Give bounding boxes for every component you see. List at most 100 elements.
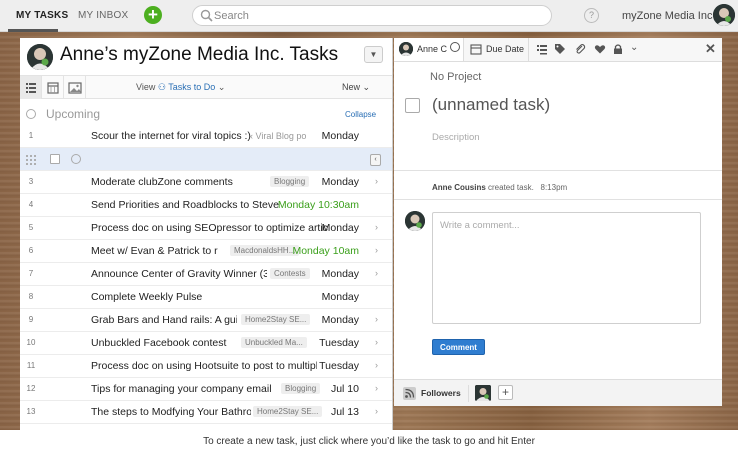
task-name[interactable]: The steps to Modfying Your Bathro <box>91 406 251 418</box>
task-name[interactable]: Unbuckled Facebook contest <box>91 337 241 349</box>
tag-badge[interactable]: Contests <box>270 268 310 279</box>
add-follower-button[interactable]: + <box>498 385 513 400</box>
task-complete-checkbox[interactable] <box>405 98 420 113</box>
activity-time: 8:13pm <box>540 183 568 192</box>
follower-avatar[interactable] <box>475 385 491 401</box>
task-name[interactable]: Process doc on using Hootsuite to post t… <box>91 360 317 372</box>
table-row[interactable]: 6 Meet w/ Evan & Patrick to r Macdonalds… <box>20 240 392 263</box>
task-name[interactable]: Moderate clubZone comments <box>91 176 266 188</box>
project-tag[interactable]: ‹ Viral Blog po <box>250 131 306 141</box>
task-name[interactable]: Process doc on using SEOpressor to optim… <box>91 222 328 234</box>
table-row[interactable]: 1 Scour the internet for viral topics :)… <box>20 125 392 148</box>
comment-input[interactable]: Write a comment... <box>432 212 701 324</box>
attachment-icon[interactable] <box>574 43 586 55</box>
details-toolbar: Anne C Due Date ⌄ ✕ <box>394 38 722 62</box>
row-number: 6 <box>28 246 34 255</box>
tag-badge[interactable]: Unbuckled Ma... <box>241 337 307 348</box>
table-row[interactable]: 13 The steps to Modfying Your Bathro Hom… <box>20 401 392 424</box>
chevron-right-icon[interactable]: › <box>375 383 378 393</box>
tag-badge[interactable]: Home2Stay SE... <box>241 314 311 325</box>
view-filter[interactable]: View ⚇ Tasks to Do ⌄ <box>136 82 225 93</box>
tag-badge[interactable]: Home2Stay SE... <box>253 406 323 417</box>
new-button[interactable]: New ⌄ <box>342 82 370 93</box>
comment-button[interactable]: Comment <box>432 339 485 355</box>
heart-icon[interactable] <box>594 43 606 55</box>
followers-button[interactable]: Followers <box>403 385 469 402</box>
table-row[interactable]: 4 Send Priorities and Roadblocks to Stev… <box>20 194 392 217</box>
new-label: New <box>342 82 361 92</box>
table-row-selected[interactable]: ‹ <box>20 148 392 171</box>
collapse-button[interactable]: Collapse <box>345 110 376 119</box>
due-date: Monday <box>321 268 359 280</box>
chevron-right-icon[interactable]: › <box>375 245 378 255</box>
section-header-upcoming: Upcoming Collapse <box>20 104 392 125</box>
row-number: 13 <box>26 407 36 416</box>
table-row[interactable]: 3 Moderate clubZone comments Blogging Mo… <box>20 171 392 194</box>
table-row[interactable]: 5 Process doc on using SEOpressor to opt… <box>20 217 392 240</box>
project-selector[interactable]: No Project <box>430 71 481 83</box>
subtasks-icon[interactable] <box>536 43 548 55</box>
task-checkbox[interactable] <box>50 154 60 164</box>
lock-icon[interactable] <box>612 43 624 55</box>
help-button[interactable]: ? <box>584 8 599 23</box>
drag-handle-icon[interactable] <box>25 154 37 166</box>
due-date-selector[interactable]: Due Date <box>464 38 529 61</box>
tab-my-tasks[interactable]: MY TASKS <box>16 10 68 21</box>
calendar-view-button[interactable] <box>42 76 64 99</box>
close-icon[interactable]: ✕ <box>705 41 716 57</box>
chevron-right-icon[interactable]: › <box>375 406 378 416</box>
table-row[interactable]: 7 Announce Center of Gravity Winner (30 … <box>20 263 392 286</box>
table-row[interactable]: 12 Tips for managing your company email … <box>20 378 392 401</box>
task-name[interactable]: Announce Center of Gravity Winner (30 <box>91 268 267 280</box>
task-name[interactable]: Tips for managing your company email <box>91 383 277 395</box>
task-title-field[interactable]: (unnamed task) <box>432 95 550 115</box>
task-name[interactable]: Meet w/ Evan & Patrick to r <box>91 245 231 257</box>
user-avatar[interactable] <box>713 4 735 26</box>
chevron-right-icon[interactable]: › <box>375 268 378 278</box>
tag-badge[interactable]: MacdonaldsHH... <box>230 245 300 256</box>
calendar-icon <box>47 82 59 94</box>
due-date-label: Due Date <box>486 44 525 54</box>
description-field[interactable]: Description <box>432 132 480 143</box>
rss-icon <box>403 387 416 400</box>
assignee-selector[interactable]: Anne C <box>394 38 464 61</box>
table-row[interactable]: 11 Process doc on using Hootsuite to pos… <box>20 355 392 378</box>
title-dropdown-button[interactable]: ▼ <box>364 46 383 63</box>
tab-my-inbox[interactable]: MY INBOX <box>78 10 128 21</box>
chevron-right-icon[interactable]: › <box>375 337 378 347</box>
followers-bar: Followers + <box>394 379 722 406</box>
tag-icon[interactable] <box>554 43 566 55</box>
chevron-right-icon[interactable]: › <box>375 222 378 232</box>
chevron-right-icon[interactable]: › <box>375 360 378 370</box>
chevron-right-icon[interactable]: › <box>375 314 378 324</box>
table-row[interactable]: 10 Unbuckled Facebook contest Unbuckled … <box>20 332 392 355</box>
task-name[interactable]: Complete Weekly Pulse <box>91 291 267 303</box>
search-input[interactable]: Search <box>192 5 552 26</box>
row-number: 11 <box>26 361 36 370</box>
due-date: Jul 10 <box>330 383 359 395</box>
table-row[interactable]: 8 Complete Weekly Pulse Monday <box>20 286 392 309</box>
chevron-left-icon: ‹ <box>374 156 377 163</box>
search-placeholder: Search <box>214 10 249 22</box>
due-date: Monday <box>321 176 359 188</box>
comment-placeholder: Write a comment... <box>440 220 520 231</box>
task-name[interactable]: Send Priorities and Roadblocks to Steve <box>91 199 291 211</box>
tag-badge[interactable]: Blogging <box>281 383 321 394</box>
view-label: View <box>136 82 156 92</box>
workspace-name[interactable]: myZone Media Inc. <box>622 10 716 22</box>
avatar-icon <box>405 211 425 231</box>
table-row[interactable]: 9 Grab Bars and Hand rails: A guid Home2… <box>20 309 392 332</box>
row-number: 3 <box>28 177 34 186</box>
avatar-icon <box>475 385 491 401</box>
chevron-right-icon[interactable]: › <box>375 176 378 186</box>
files-view-button[interactable] <box>64 76 86 99</box>
collapse-details-button[interactable]: ‹ <box>370 154 381 166</box>
chevron-down-icon[interactable]: ⌄ <box>630 42 638 53</box>
row-number: 10 <box>26 338 36 347</box>
tag-badge[interactable]: Blogging <box>270 176 310 187</box>
add-task-button[interactable]: + <box>144 6 162 24</box>
assignee-circle-icon[interactable] <box>71 154 81 164</box>
task-name[interactable]: Grab Bars and Hand rails: A guid <box>91 314 237 326</box>
list-view-button[interactable] <box>20 76 42 99</box>
task-name[interactable]: Scour the internet for viral topics :) <box>91 130 251 142</box>
